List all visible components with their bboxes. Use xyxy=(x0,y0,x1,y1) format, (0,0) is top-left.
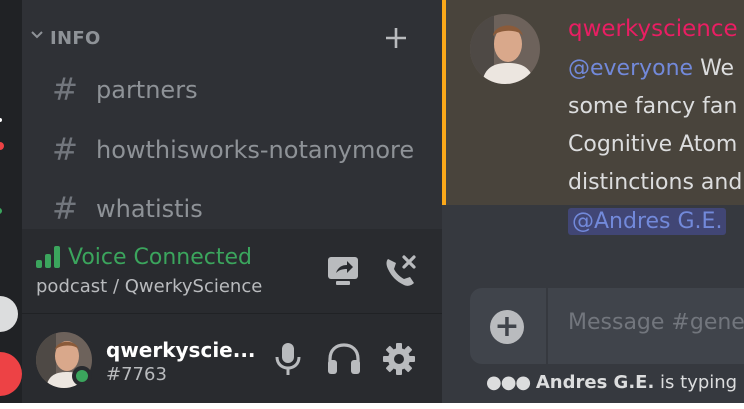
voice-connection-panel: Voice Connected podcast / QwerkyScience xyxy=(22,229,442,314)
server-rail xyxy=(0,0,22,409)
message-composer: + xyxy=(470,288,744,364)
message-input[interactable] xyxy=(568,310,744,335)
channel-name: whatistis xyxy=(96,195,203,223)
divider xyxy=(546,288,548,364)
typing-indicator: ●●● Andres G.E. is typing xyxy=(486,372,737,393)
gear-icon[interactable] xyxy=(382,342,416,376)
online-status-icon xyxy=(72,366,92,386)
channel-name: partners xyxy=(96,76,198,104)
voice-status[interactable]: Voice Connected xyxy=(68,245,252,270)
notification-dot xyxy=(0,142,4,150)
message-line: @everyone We xyxy=(568,56,734,81)
voice-channel-name[interactable]: podcast / QwerkyScience xyxy=(36,276,262,297)
channel-item-partners[interactable]: # partners xyxy=(48,70,428,110)
user-mention[interactable]: @Andres G.E. xyxy=(568,208,727,235)
user-panel: qwerkyscie... #7763 xyxy=(22,314,442,409)
username[interactable]: qwerkyscie... xyxy=(106,338,256,362)
category-header[interactable]: INFO xyxy=(22,24,442,56)
everyone-mention[interactable]: @everyone xyxy=(568,56,693,81)
typing-user: Andres G.E. xyxy=(535,372,655,393)
headphones-icon[interactable] xyxy=(326,342,362,376)
plus-icon: + xyxy=(494,309,520,344)
disconnect-call-icon[interactable] xyxy=(382,253,418,289)
channel-name: howthisworks-notanymore xyxy=(96,136,415,164)
server-icon[interactable] xyxy=(0,296,18,332)
category-label: INFO xyxy=(50,28,101,49)
message-line: some fancy fan xyxy=(568,94,738,119)
signal-strength-icon xyxy=(36,246,60,268)
message-text: We xyxy=(693,56,735,81)
server-icon[interactable] xyxy=(0,352,22,396)
microphone-icon[interactable] xyxy=(272,342,304,376)
chat-area: qwerkyscience @everyone We some fancy fa… xyxy=(442,0,744,409)
typing-text: is typing xyxy=(654,372,738,393)
hashtag-icon: # xyxy=(52,191,78,227)
message-line: Cognitive Atom xyxy=(568,132,738,157)
message-line: distinctions and xyxy=(568,170,743,195)
notification-dot xyxy=(0,208,2,214)
channel-item-whatistis[interactable]: # whatistis xyxy=(48,189,428,229)
message-author[interactable]: qwerkyscience xyxy=(568,16,738,42)
unread-indicator xyxy=(0,118,2,122)
hashtag-icon: # xyxy=(52,72,78,108)
channel-sidebar: INFO # partners # howthisworks-notanymor… xyxy=(22,0,442,409)
user-discriminator: #7763 xyxy=(106,364,167,385)
add-attachment-button[interactable]: + xyxy=(490,309,524,344)
channel-item-howthisworks[interactable]: # howthisworks-notanymore xyxy=(48,130,428,170)
screen-share-icon[interactable] xyxy=(326,253,362,289)
window-bottom-edge xyxy=(0,403,744,409)
chevron-down-icon xyxy=(31,31,43,39)
typing-dots-icon: ●●● xyxy=(486,372,531,393)
add-channel-icon[interactable] xyxy=(384,26,408,50)
message-avatar[interactable] xyxy=(470,14,540,84)
hashtag-icon: # xyxy=(52,132,78,168)
